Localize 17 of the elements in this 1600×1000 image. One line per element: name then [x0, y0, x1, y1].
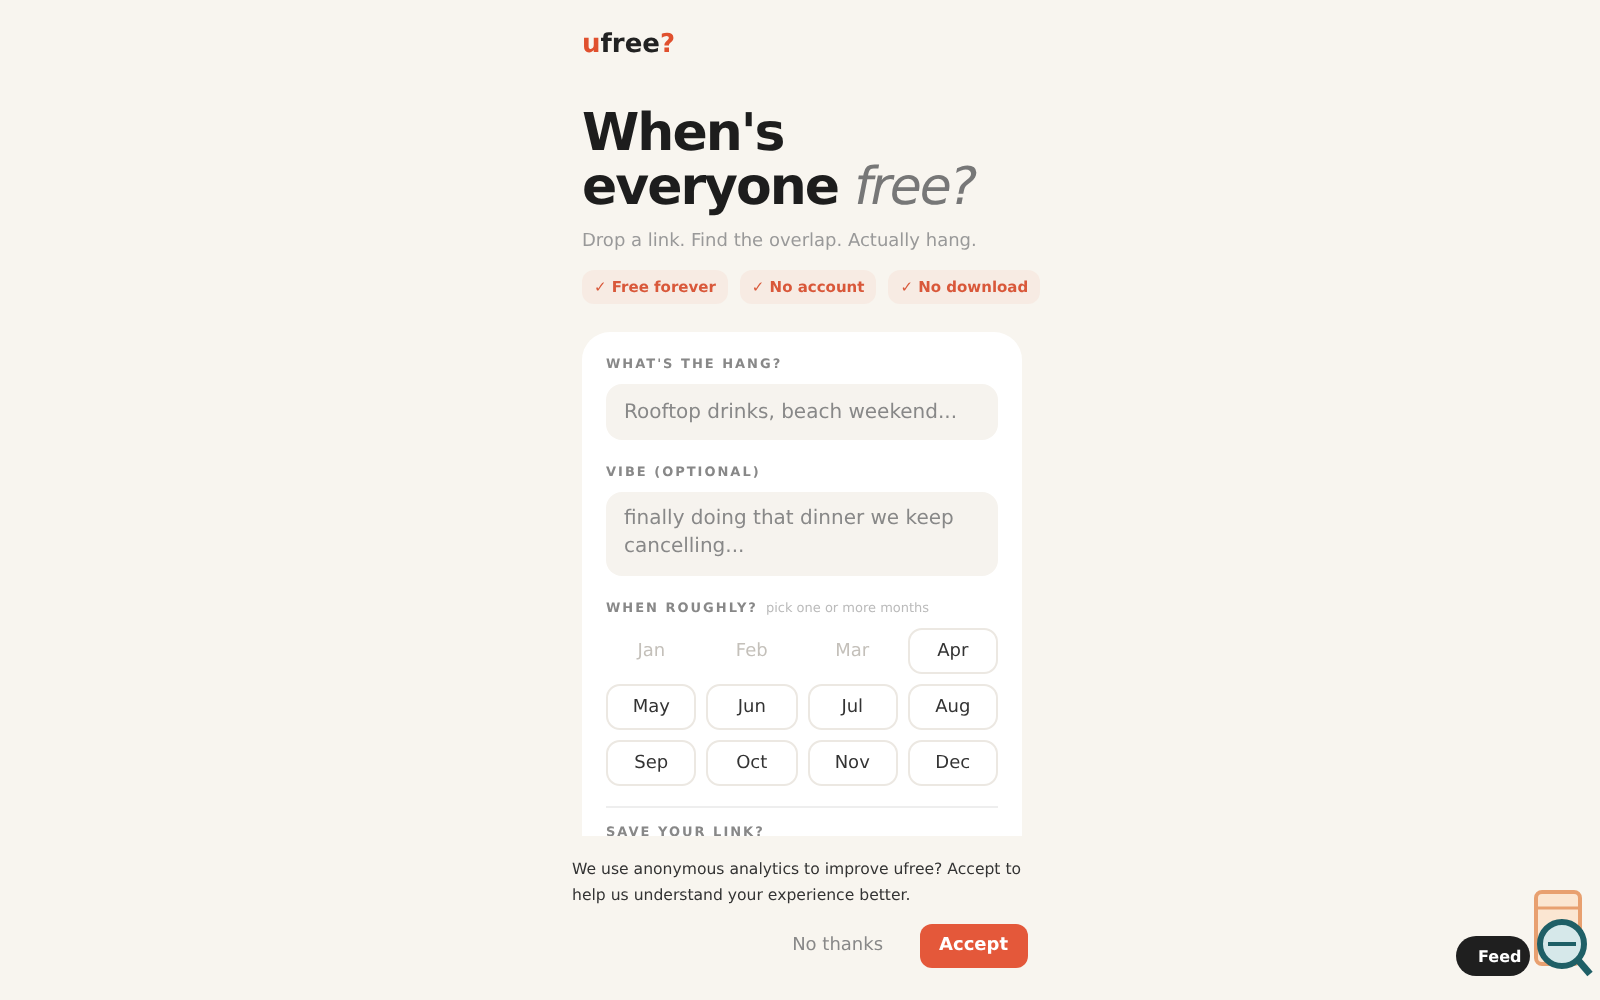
- month-button[interactable]: Jun: [706, 684, 797, 730]
- hang-input[interactable]: Rooftop drinks, beach weekend...: [606, 384, 998, 440]
- logo: ufree?: [582, 30, 678, 60]
- month-button[interactable]: Apr: [907, 628, 998, 674]
- month-button[interactable]: Dec: [907, 740, 998, 786]
- feedback-button[interactable]: Feed: [1456, 936, 1530, 976]
- month-button[interactable]: Sep: [606, 740, 697, 786]
- month-button[interactable]: May: [606, 684, 697, 730]
- vibe-input[interactable]: finally doing that dinner we keep cancelling...: [606, 492, 998, 576]
- month-button[interactable]: Nov: [807, 740, 898, 786]
- month-button[interactable]: Oct: [706, 740, 797, 786]
- tagline: Drop a link. Find the overlap. Actually hang.: [582, 232, 979, 252]
- browser-search-icon[interactable]: [1534, 888, 1594, 980]
- month-button[interactable]: Jul: [807, 684, 898, 730]
- headline: When's everyone free?: [582, 108, 979, 216]
- month-button[interactable]: Aug: [907, 684, 998, 730]
- accept-button[interactable]: Accept: [919, 924, 1028, 968]
